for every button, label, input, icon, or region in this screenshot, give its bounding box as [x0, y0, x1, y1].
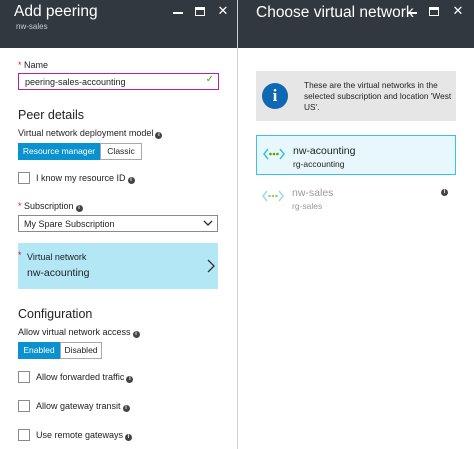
info-icon: i: [262, 83, 288, 109]
close-icon: ✕: [452, 3, 464, 18]
network-name: nw-sales: [292, 187, 334, 199]
resource-manager-toggle[interactable]: Resource manager: [18, 143, 100, 160]
add-peering-blade: Add peering nw-sales ✕ * Name peering-sa…: [0, 0, 237, 449]
virtual-network-icon: [262, 190, 284, 202]
gateway-transit-label: Allow gateway transit i: [36, 401, 130, 412]
close-icon: ✕: [217, 3, 229, 18]
name-input-value: peering-sales-accounting: [25, 77, 126, 87]
virtual-network-selector[interactable]: * Virtual network nw-acounting: [18, 243, 218, 289]
enabled-toggle[interactable]: Enabled: [18, 342, 60, 359]
maximize-button[interactable]: [194, 6, 206, 18]
blade-header: Choose virtual network ✕: [238, 0, 474, 48]
minimize-button[interactable]: [406, 6, 418, 18]
forwarded-traffic-label: Allow forwarded traffic i: [36, 372, 134, 383]
blade-header: Add peering nw-sales ✕: [0, 0, 237, 48]
subscription-value: My Spare Subscription: [24, 219, 115, 229]
required-marker: *: [18, 60, 22, 70]
peer-details-heading: Peer details: [18, 108, 85, 122]
resource-id-checkbox[interactable]: [18, 172, 30, 184]
chevron-down-icon: [203, 220, 213, 226]
network-name: nw-acounting: [293, 145, 356, 157]
deployment-model-label: Virtual network deployment model i: [18, 128, 163, 139]
name-label: * Name: [18, 60, 48, 70]
info-icon[interactable]: i: [125, 434, 133, 441]
virtual-network-label: Virtual network: [27, 252, 87, 262]
forwarded-traffic-checkbox[interactable]: [18, 371, 30, 383]
info-icon[interactable]: i: [155, 132, 163, 139]
info-icon[interactable]: i: [75, 205, 83, 212]
subscription-dropdown[interactable]: My Spare Subscription: [18, 215, 218, 232]
subscription-label-text: Subscription: [24, 201, 74, 211]
info-icon[interactable]: i: [132, 331, 140, 338]
required-marker: *: [18, 201, 22, 211]
required-marker: *: [18, 250, 22, 260]
allow-access-label: Allow virtual network access i: [18, 327, 140, 338]
info-icon[interactable]: i: [126, 376, 134, 383]
remote-gateways-label: Use remote gateways i: [36, 430, 133, 441]
info-panel: i These are the virtual networks in the …: [256, 71, 456, 121]
checkmark-icon: ✓: [205, 74, 214, 85]
configuration-heading: Configuration: [18, 307, 93, 321]
network-item-nw-sales[interactable]: nw-sales rg-sales i: [256, 178, 456, 218]
blade-title: Add peering: [14, 3, 98, 20]
info-text: These are the virtual networks in the se…: [304, 80, 452, 112]
choose-virtual-network-blade: Choose virtual network ✕ i These are the…: [238, 0, 474, 449]
info-icon[interactable]: i: [122, 405, 130, 412]
name-label-text: Name: [24, 60, 49, 70]
maximize-button[interactable]: [428, 6, 440, 18]
info-icon[interactable]: i: [441, 189, 448, 196]
gateway-transit-label-text: Allow gateway transit: [36, 401, 121, 411]
close-button[interactable]: ✕: [452, 3, 464, 18]
forwarded-traffic-label-text: Allow forwarded traffic: [36, 372, 125, 382]
remote-gateways-label-text: Use remote gateways: [36, 430, 124, 440]
blade-title: Choose virtual network: [256, 4, 414, 21]
gateway-transit-checkbox[interactable]: [18, 400, 30, 412]
network-item-nw-acounting[interactable]: nw-acounting rg-accounting: [256, 135, 456, 175]
deployment-model-label-text: Virtual network deployment model: [18, 128, 154, 138]
network-resource-group: rg-accounting: [293, 159, 345, 169]
minimize-icon: [407, 12, 417, 14]
close-button[interactable]: ✕: [217, 3, 229, 18]
name-input[interactable]: peering-sales-accounting ✓: [18, 73, 219, 90]
blade-subtitle: nw-sales: [16, 22, 48, 31]
classic-toggle[interactable]: Classic: [100, 143, 142, 160]
minimize-button[interactable]: [172, 6, 184, 18]
subscription-label: * Subscription i: [18, 201, 83, 212]
maximize-icon: [195, 7, 205, 16]
virtual-network-icon: [263, 148, 285, 160]
chevron-right-icon: [207, 259, 215, 273]
minimize-icon: [173, 12, 183, 14]
virtual-network-value: nw-acounting: [27, 267, 90, 279]
maximize-icon: [429, 7, 439, 16]
resource-id-label: I know my resource ID i: [36, 173, 135, 184]
resource-id-label-text: I know my resource ID: [36, 173, 126, 183]
network-resource-group: rg-sales: [292, 201, 323, 211]
disabled-toggle[interactable]: Disabled: [60, 342, 102, 359]
info-icon[interactable]: i: [127, 177, 135, 184]
remote-gateways-checkbox[interactable]: [18, 429, 30, 441]
allow-access-label-text: Allow virtual network access: [18, 327, 131, 337]
